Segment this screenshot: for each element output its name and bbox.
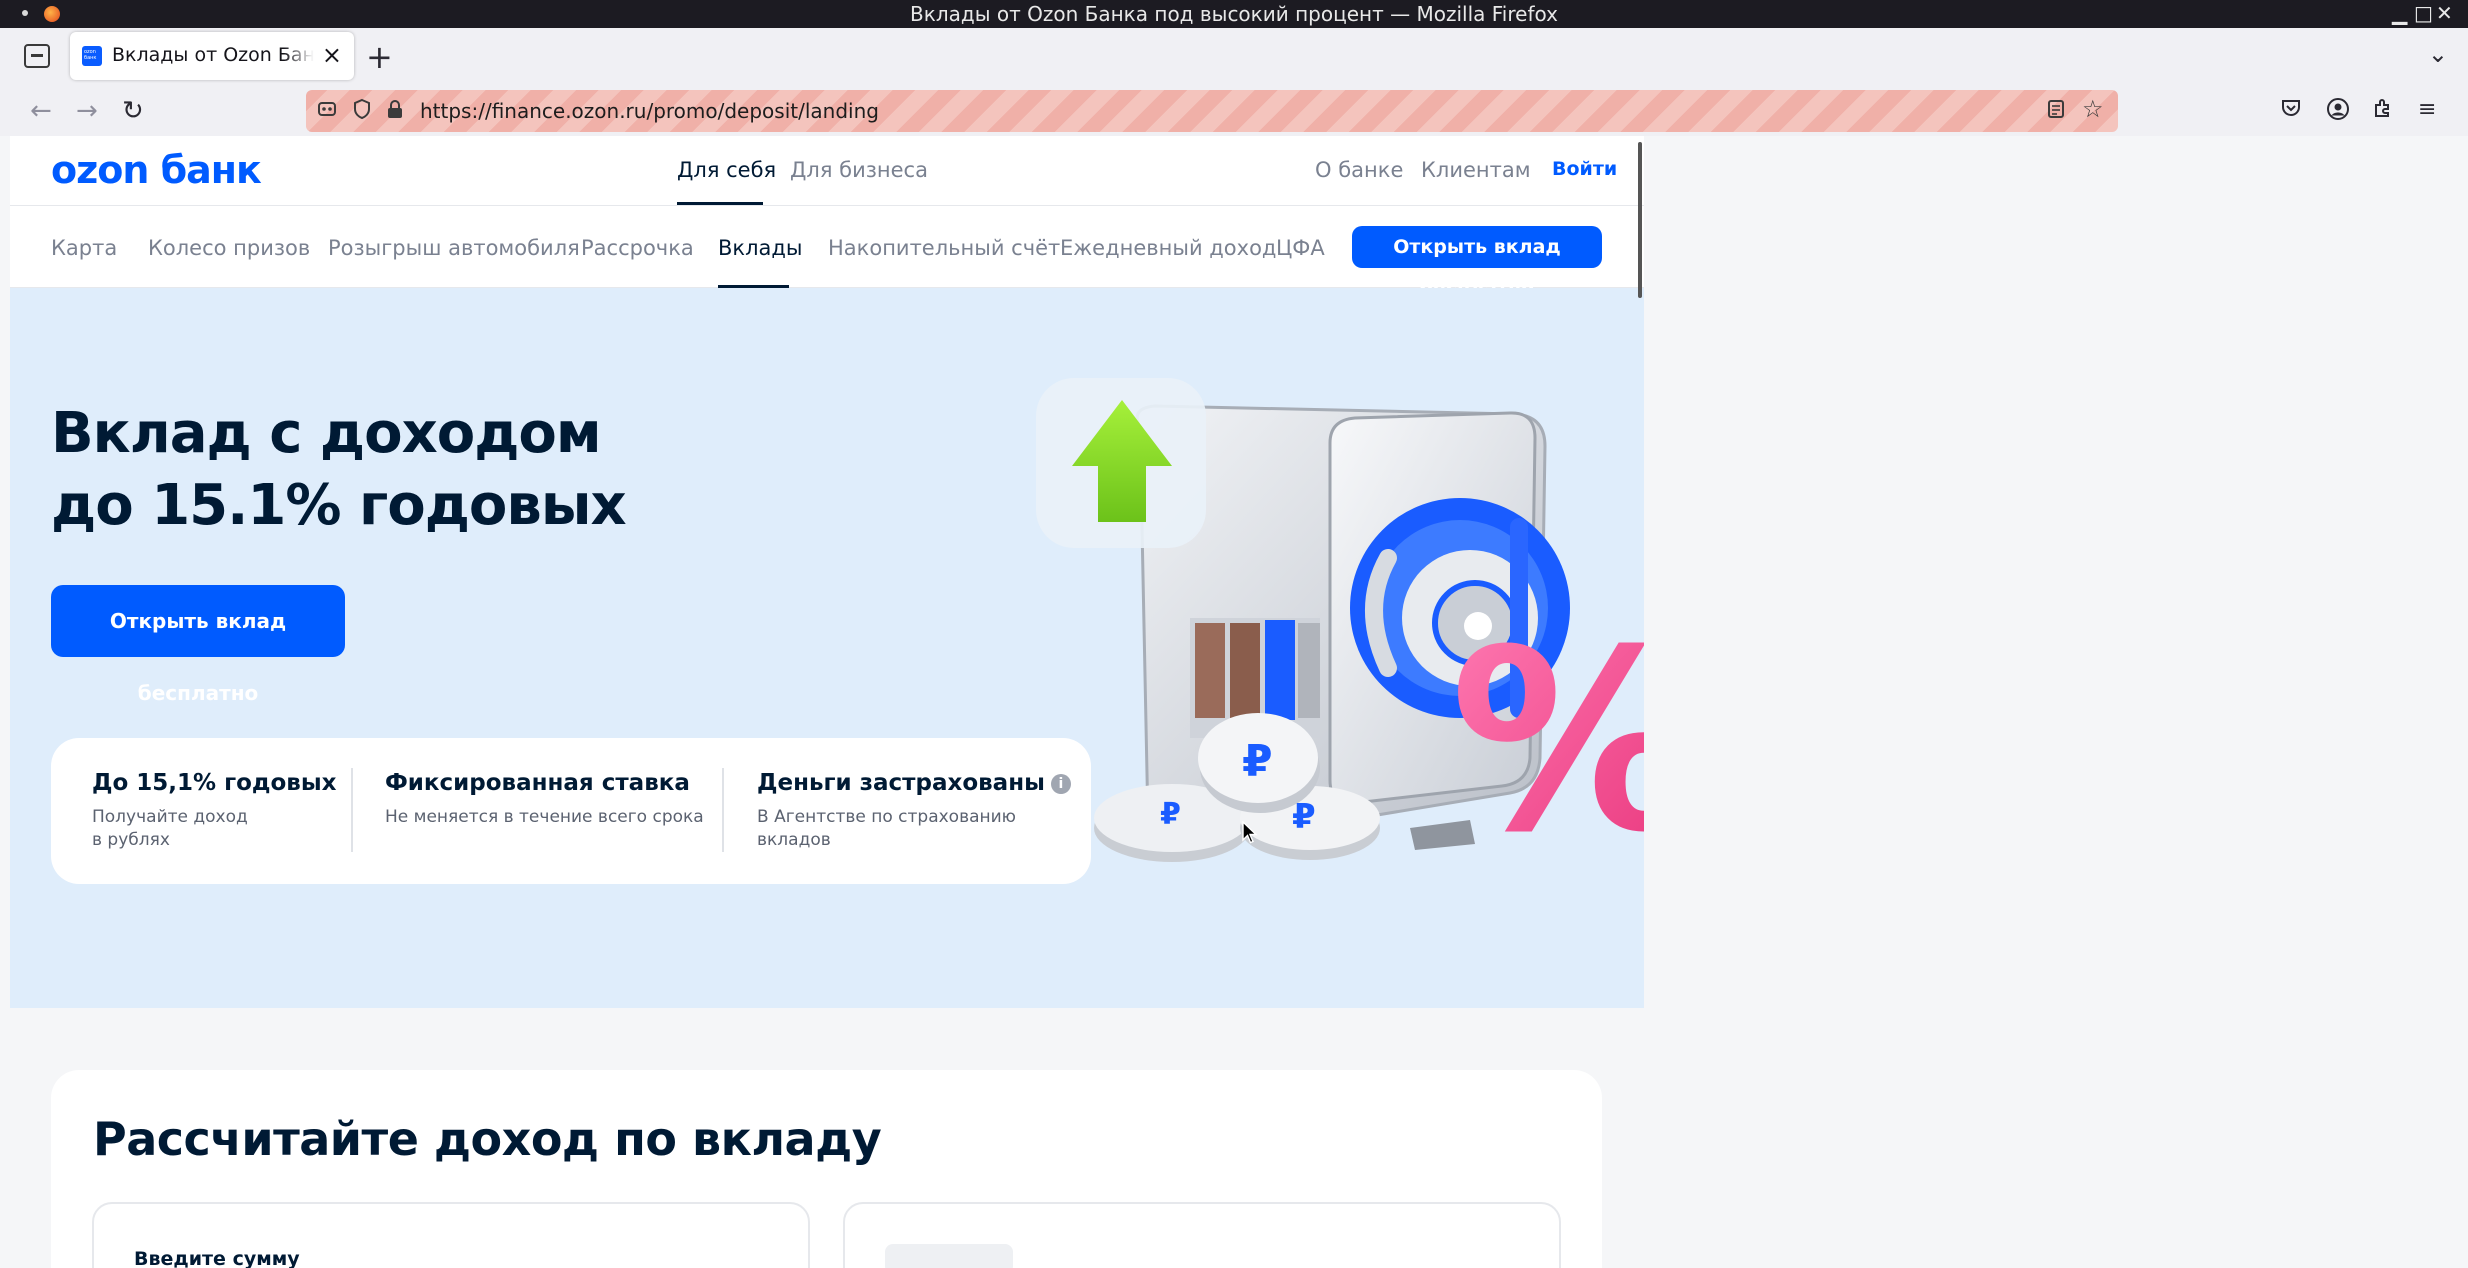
feature-divider xyxy=(351,768,353,852)
coin-ruble-icon: ₽ xyxy=(1160,797,1181,832)
feature-title-text: Деньги застрахованы xyxy=(757,770,1045,796)
maximize-icon[interactable]: □ xyxy=(2414,1,2433,25)
menu-icon[interactable]: ≡ xyxy=(2418,97,2436,122)
minimize-icon[interactable]: ▁ xyxy=(2392,1,2407,25)
nav-item-deposits[interactable]: Вклады xyxy=(718,236,802,260)
feature-desc-line: Получайте доход xyxy=(92,807,248,827)
product-nav: Карта Колесо призов Розыгрыш автомобиля … xyxy=(10,206,1644,300)
feature-desc: В Агентстве по страхованию вкладов xyxy=(757,806,1071,852)
empty-side-area xyxy=(1644,136,2468,1268)
close-tab-icon[interactable]: × xyxy=(322,41,342,69)
coin-ruble-icon: ₽ xyxy=(1242,736,1273,787)
address-bar[interactable]: https://finance.ozon.ru/promo/deposit/la… xyxy=(306,90,2118,132)
tracking-icon[interactable] xyxy=(316,98,338,125)
reload-icon[interactable]: ↻ xyxy=(122,96,144,126)
percent-icon: % xyxy=(1450,596,1644,887)
nav-item-car-giveaway[interactable]: Розыгрыш автомобиля xyxy=(328,236,580,260)
nav-item-dfa[interactable]: ЦФА xyxy=(1276,236,1325,260)
nav-item-installment[interactable]: Рассрочка xyxy=(581,236,694,260)
page-scrollbar[interactable] xyxy=(1638,142,1642,298)
browser-tab[interactable]: ozonбанк Вклады от Ozon Банка под высоки… xyxy=(70,32,354,80)
nav-item-prize-wheel[interactable]: Колесо призов xyxy=(148,236,310,260)
ozon-bank-logo[interactable]: ozon банк xyxy=(51,148,262,192)
pocket-icon[interactable] xyxy=(2280,97,2302,125)
site-header: ozon банк Для себя Для бизнеса О банке К… xyxy=(10,136,1644,206)
feature-divider xyxy=(722,768,724,852)
amount-input-box[interactable]: Введите сумму xyxy=(92,1202,810,1268)
feature-desc-line: вкладов xyxy=(757,830,831,850)
nav-item-daily-income[interactable]: Ежедневный доход xyxy=(1060,236,1276,260)
reader-view-icon[interactable] xyxy=(2046,98,2066,125)
coin-ruble-icon: ₽ xyxy=(1292,797,1316,837)
feature-rate: До 15,1% годовых Получайте доход в рубля… xyxy=(92,770,336,852)
features-card: До 15,1% годовых Получайте доход в рубля… xyxy=(51,738,1091,884)
login-link[interactable]: Войти xyxy=(1552,158,1617,180)
extensions-icon[interactable] xyxy=(2372,97,2394,125)
loading-skeleton xyxy=(885,1244,1013,1268)
account-icon[interactable] xyxy=(2326,97,2350,127)
feature-fixed-rate: Фиксированная ставка Не меняется в течен… xyxy=(385,770,704,829)
feature-desc: Не меняется в течение всего срока xyxy=(385,806,704,829)
list-all-tabs-icon[interactable]: ⌄ xyxy=(2428,40,2448,68)
feature-desc: Получайте доход в рублях xyxy=(92,806,336,852)
feature-desc-line: в рублях xyxy=(92,830,170,850)
open-deposit-nav-button[interactable]: Открыть вклад бесплатно xyxy=(1352,226,1602,300)
safe-illustration: ₽ ₽ ₽ % xyxy=(1036,378,1644,887)
page-viewport: ozon банк Для себя Для бизнеса О банке К… xyxy=(10,136,1644,1268)
new-tab-button[interactable]: + xyxy=(366,38,393,76)
firefox-view-icon[interactable] xyxy=(24,44,50,68)
tab-strip: ozonбанк Вклады от Ozon Банка под высоки… xyxy=(0,28,2468,86)
window-title: Вклады от Ozon Банка под высокий процент… xyxy=(910,2,1558,26)
feature-desc-line: Не меняется в течение всего срока xyxy=(385,807,704,827)
bookmark-star-icon[interactable]: ☆ xyxy=(2082,95,2104,123)
info-icon[interactable]: i xyxy=(1050,774,1071,794)
forward-icon[interactable]: → xyxy=(76,96,98,126)
url-text[interactable]: https://finance.ozon.ru/promo/deposit/la… xyxy=(420,99,879,123)
feature-title: Деньги застрахованы i xyxy=(757,770,1071,796)
header-link-personal[interactable]: Для себя xyxy=(677,158,776,182)
calculator-title: Рассчитайте доход по вкладу xyxy=(93,1112,882,1166)
lock-icon[interactable] xyxy=(386,98,404,125)
header-active-underline xyxy=(677,202,763,205)
back-icon[interactable]: ← xyxy=(30,96,52,126)
feature-insured: Деньги застрахованы i В Агентстве по стра… xyxy=(757,770,1071,852)
header-link-business[interactable]: Для бизнеса xyxy=(790,158,928,182)
feature-desc-line: В Агентстве по страхованию xyxy=(757,807,1016,827)
navigation-toolbar: ← → ↻ https://finance.ozon.ru/promo/depo… xyxy=(0,86,2468,136)
ozon-bank-favicon: ozon банк xyxy=(82,46,102,66)
window-titlebar: Вклады от Ozon Банка под высокий процент… xyxy=(0,0,2468,28)
mouse-cursor-icon xyxy=(1242,821,1258,844)
nav-item-card[interactable]: Карта xyxy=(51,236,117,260)
close-window-icon[interactable]: ✕ xyxy=(2436,1,2453,25)
result-box xyxy=(843,1202,1561,1268)
header-link-clients[interactable]: Клиентам xyxy=(1421,158,1531,182)
nav-item-savings-account[interactable]: Накопительный счёт xyxy=(828,236,1060,260)
shield-icon[interactable] xyxy=(352,98,372,125)
tab-title: Вклады от Ozon Банка под высокий процент xyxy=(112,44,314,66)
hero-section: Вклад с доходом до 15.1% годовых Открыть… xyxy=(10,288,1644,1008)
amount-label: Введите сумму xyxy=(134,1248,300,1268)
header-link-about[interactable]: О банке xyxy=(1315,158,1403,182)
feature-title: Фиксированная ставка xyxy=(385,770,690,796)
calculator-card: Рассчитайте доход по вкладу Введите сумм… xyxy=(51,1070,1602,1268)
feature-title: До 15,1% годовых xyxy=(92,770,337,796)
